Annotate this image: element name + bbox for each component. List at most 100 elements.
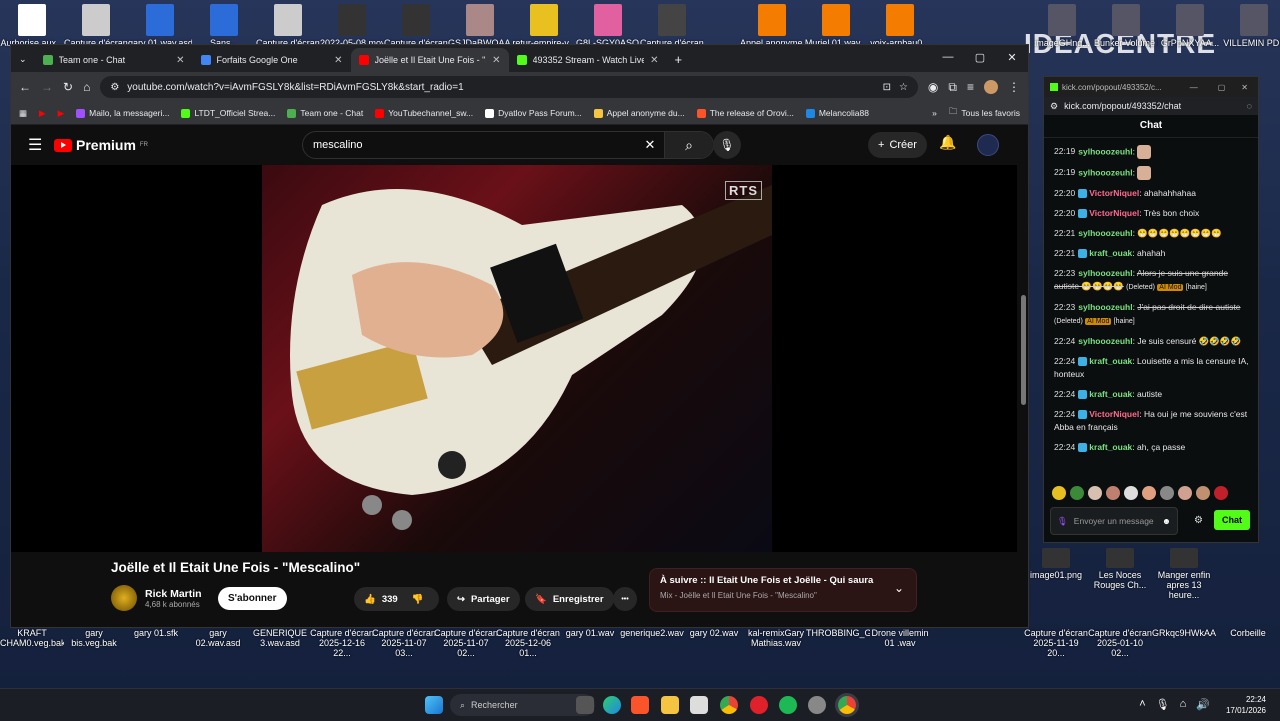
- minimize-button[interactable]: —: [932, 45, 964, 69]
- kick-minimize-button[interactable]: —: [1182, 83, 1206, 92]
- desktop-icon[interactable]: GENERIQUE 3.wav.asd: [248, 628, 312, 658]
- emote[interactable]: [1070, 486, 1084, 500]
- channel-avatar[interactable]: [111, 585, 137, 611]
- browser-tab[interactable]: Forfaits Google One ✕: [193, 48, 351, 72]
- desktop-icon[interactable]: Capture d'écran...: [64, 4, 128, 48]
- desktop-icon[interactable]: G8L-SGY0ASO...: [576, 4, 640, 48]
- extensions-puzzle-icon[interactable]: ⧉: [948, 80, 957, 95]
- tray-chevron-icon[interactable]: ˄: [1139, 698, 1145, 711]
- like-count[interactable]: 339: [382, 594, 398, 605]
- app-icon[interactable]: [808, 696, 826, 714]
- browser-tab[interactable]: 493352 Stream - Watch Live on ✕: [509, 48, 667, 72]
- spotify-icon[interactable]: [779, 696, 797, 714]
- desktop-icon[interactable]: generique2.wav: [620, 628, 684, 658]
- message-username[interactable]: VictorNiquel: [1089, 188, 1139, 198]
- all-favorites-folder[interactable]: 🗀 Tous les favoris: [949, 106, 1020, 120]
- emote[interactable]: [1160, 486, 1174, 500]
- page-scrollbar[interactable]: [1021, 295, 1026, 405]
- desktop-icon[interactable]: Capture d'écran 2025-12-06 01...: [496, 628, 560, 658]
- desktop-icon[interactable]: Capture d'écran...: [640, 4, 704, 48]
- site-info-icon[interactable]: ⚙: [1050, 101, 1058, 112]
- message-username[interactable]: sylhooozeuhl: [1078, 336, 1132, 346]
- emote[interactable]: [1214, 486, 1228, 500]
- desktop-icon[interactable]: Aurhorise aux...: [0, 4, 64, 48]
- desktop-icon[interactable]: KRAFT CHAM0.veg.bak: [0, 628, 64, 658]
- desktop-icon[interactable]: Appel anonyme...: [740, 4, 804, 48]
- eye-off-icon[interactable]: ◌: [1247, 101, 1252, 111]
- bookmark-item[interactable]: Melancolia88: [805, 108, 869, 118]
- extension-icon[interactable]: ◉: [928, 80, 938, 94]
- desktop-icon[interactable]: GRkqc9HWkAA...: [1152, 628, 1216, 658]
- bookmark-item[interactable]: YouTubechannel_sw...: [375, 108, 473, 118]
- chrome-active-icon[interactable]: [838, 696, 856, 714]
- desktop-icon[interactable]: voix-arnbau0...: [868, 4, 932, 48]
- taskbar-search[interactable]: ⌕ Rechercher: [450, 694, 595, 716]
- desktop-icon[interactable]: gary 01.wav.asd: [128, 4, 192, 48]
- chrome-icon[interactable]: [720, 696, 738, 714]
- emote[interactable]: [1088, 486, 1102, 500]
- youtube-bookmark-icon-2[interactable]: ▶: [58, 108, 65, 119]
- kick-maximize-button[interactable]: ▢: [1210, 83, 1234, 92]
- opera-icon[interactable]: [750, 696, 768, 714]
- share-button[interactable]: ↪ Partager: [447, 587, 520, 611]
- youtube-bookmark-icon[interactable]: ▶: [39, 108, 46, 119]
- desktop-icon[interactable]: Sans...: [192, 4, 256, 48]
- message-username[interactable]: sylhooozeuhl: [1078, 268, 1132, 278]
- close-button[interactable]: ✕: [996, 45, 1028, 69]
- bookmark-item[interactable]: LTDT_Officiel Strea...: [181, 108, 275, 118]
- desktop-icon[interactable]: Capture d'écran 2025-11-07 02...: [434, 628, 498, 658]
- desktop-icon[interactable]: imageGHng...: [1030, 4, 1094, 48]
- bookmark-item[interactable]: Team one - Chat: [287, 108, 363, 118]
- kick-url-bar[interactable]: ⚙ kick.com/popout/493352/chat ◌: [1044, 97, 1258, 115]
- address-bar[interactable]: ⚙ youtube.com/watch?v=iAvmFGSLY8k&list=R…: [100, 76, 918, 98]
- desktop-icon[interactable]: GSJDaBWOAA...: [448, 4, 512, 48]
- settings-gear-icon[interactable]: ⚙: [1194, 515, 1203, 526]
- media-icon[interactable]: ≡: [967, 80, 974, 94]
- like-icon[interactable]: 👍: [364, 594, 376, 605]
- browser-tab[interactable]: Team one - Chat ✕: [35, 48, 193, 72]
- site-info-icon[interactable]: ⚙: [110, 82, 119, 93]
- reload-icon[interactable]: ↻: [63, 80, 73, 94]
- clock[interactable]: 22:24 17/01/2026: [1226, 694, 1266, 716]
- bookmark-item[interactable]: Appel anonyme du...: [593, 108, 685, 118]
- desktop-icon[interactable]: image01.png: [1024, 548, 1088, 580]
- tab-close-icon[interactable]: ✕: [492, 55, 500, 66]
- desktop-icon[interactable]: gary 02.wav.asd: [186, 628, 250, 658]
- tab-search-button[interactable]: ⌄: [11, 54, 35, 72]
- message-username[interactable]: sylhooozeuhl: [1078, 228, 1132, 238]
- create-button[interactable]: + Créer: [868, 132, 927, 158]
- desktop-icon[interactable]: VILLEMIN PDF: [1222, 4, 1280, 48]
- subscribe-button[interactable]: S'abonner: [218, 587, 287, 610]
- message-username[interactable]: kraft_ouak: [1089, 442, 1132, 452]
- desktop-icon[interactable]: Corbeille: [1216, 628, 1280, 658]
- desktop-icon[interactable]: Muriel 01.wav...: [804, 4, 868, 48]
- maximize-button[interactable]: ▢: [964, 45, 996, 69]
- edge-icon[interactable]: [603, 696, 621, 714]
- emote[interactable]: [1052, 486, 1066, 500]
- bookmark-item[interactable]: Mailo, la messageri...: [76, 108, 169, 118]
- message-username[interactable]: sylhooozeuhl: [1078, 167, 1132, 177]
- message-username[interactable]: VictorNiquel: [1089, 409, 1139, 419]
- emote[interactable]: [1106, 486, 1120, 500]
- emote[interactable]: [1178, 486, 1192, 500]
- network-icon[interactable]: ⌂: [1180, 698, 1187, 711]
- desktop-icon[interactable]: GrPpNXYAA...: [1158, 4, 1222, 48]
- volume-icon[interactable]: 🔊: [1196, 698, 1210, 711]
- hamburger-menu-icon[interactable]: ☰: [28, 135, 42, 155]
- install-icon[interactable]: ⊡: [883, 82, 891, 93]
- desktop-icon[interactable]: gary bis.veg.bak: [62, 628, 126, 658]
- desktop-icon[interactable]: Capture d'écran...: [384, 4, 448, 48]
- desktop-icon[interactable]: Bunker Volume Rap 8 Zendo...: [1094, 4, 1158, 48]
- account-avatar[interactable]: [977, 134, 999, 156]
- message-username[interactable]: kraft_ouak: [1089, 248, 1132, 258]
- send-chat-button[interactable]: Chat: [1214, 510, 1250, 530]
- microphone-icon[interactable]: 🎙: [1057, 516, 1068, 527]
- channel-info[interactable]: Rick Martin 4,68 k abonnés: [111, 585, 202, 611]
- photos-icon[interactable]: [690, 696, 708, 714]
- video-player[interactable]: RTS: [11, 165, 1017, 552]
- channel-name[interactable]: Rick Martin: [145, 588, 202, 600]
- desktop-icon[interactable]: gary 01.wav: [558, 628, 622, 658]
- dislike-icon[interactable]: 👎: [412, 594, 424, 605]
- tab-close-icon[interactable]: ✕: [334, 55, 342, 66]
- home-icon[interactable]: ⌂: [83, 80, 90, 94]
